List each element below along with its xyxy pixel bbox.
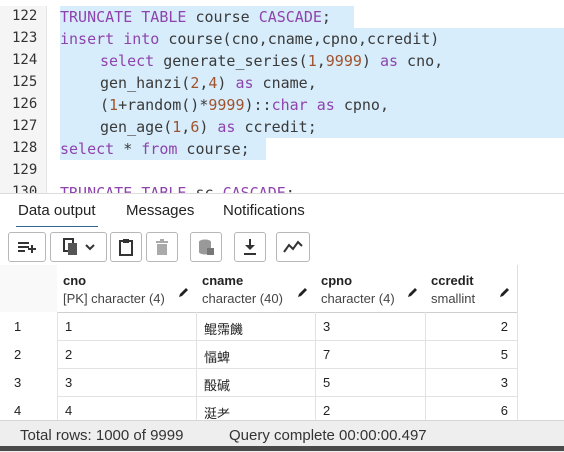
line-number: 128 (12, 140, 38, 156)
results-grid: cno [PK] character (4) cname character (… (0, 265, 564, 420)
code-text: TRUNCATE TABLE course CASCADE; (60, 8, 331, 26)
cell-ccredit[interactable]: 2 (425, 312, 518, 341)
total-rows-text: Total rows: 1000 of 9999 (20, 427, 184, 444)
download-icon (242, 238, 258, 256)
paste-icon (118, 238, 134, 256)
line-number: 122 (12, 8, 38, 24)
sql-editor[interactable]: 122 TRUNCATE TABLE course CASCADE; 123 i… (0, 0, 564, 193)
code-text: insert into course(cno,cname,cpno,ccredi… (60, 30, 440, 48)
result-panel-tabs: Data output Messages Notifications (0, 193, 564, 228)
graph-icon (283, 240, 303, 254)
cell-cpno[interactable]: 5 (315, 368, 426, 397)
column-header-cpno[interactable]: cpno character (4) (315, 265, 426, 313)
delete-icon (155, 238, 169, 256)
line-number: 125 (12, 74, 38, 90)
cell-ccredit[interactable]: 6 (425, 396, 518, 420)
add-row-icon (17, 239, 37, 255)
column-header-ccredit[interactable]: ccredit smallint (425, 265, 518, 313)
code-line-125[interactable]: 125 gen_hanzi(2,4) as cname, (0, 72, 564, 94)
line-number: 123 (12, 30, 38, 46)
save-data-icon (197, 238, 215, 256)
paste-button[interactable] (110, 232, 142, 262)
cell-ccredit[interactable]: 5 (425, 340, 518, 369)
data-toolbar (0, 227, 564, 265)
pencil-icon[interactable] (499, 285, 511, 303)
row-number[interactable]: 2 (0, 340, 58, 369)
code-text: TRUNCATE TABLE sc CASCADE; (60, 184, 295, 193)
delete-button[interactable] (146, 232, 178, 262)
copy-icon (62, 238, 79, 256)
cell-cpno[interactable]: 7 (315, 340, 426, 369)
code-text: select * from course; (60, 140, 250, 158)
line-number: 126 (12, 96, 38, 112)
tab-data-output[interactable]: Data output (16, 202, 98, 228)
query-status-text: Query complete 00:00:00.497 (229, 427, 427, 444)
code-line-124[interactable]: 124 select generate_series(1,9999) as cn… (0, 50, 564, 72)
pencil-icon[interactable] (178, 285, 190, 303)
row-number-header (0, 265, 58, 313)
tab-notifications[interactable]: Notifications (223, 202, 305, 219)
cell-cpno[interactable]: 2 (315, 396, 426, 420)
column-name: cname (202, 273, 244, 288)
add-row-button[interactable] (8, 232, 46, 262)
line-number: 130 (12, 184, 38, 193)
cell-cname[interactable]: 涏耂 (196, 396, 316, 420)
cell-cname[interactable]: 酘碱 (196, 368, 316, 397)
cell-cno[interactable]: 2 (57, 340, 197, 369)
cell-cname[interactable]: 愊蜱 (196, 340, 316, 369)
code-text: gen_hanzi(2,4) as cname, (100, 74, 317, 92)
code-line-126[interactable]: 126 (1+random()*9999)::char as cpno, (0, 94, 564, 116)
cell-cno[interactable]: 3 (57, 368, 197, 397)
tab-messages[interactable]: Messages (126, 202, 194, 219)
row-number[interactable]: 4 (0, 396, 58, 420)
code-text: select generate_series(1,9999) as cno, (100, 52, 444, 70)
download-button[interactable] (234, 232, 266, 262)
cell-ccredit[interactable]: 3 (425, 368, 518, 397)
column-name: cno (63, 273, 87, 288)
pencil-icon[interactable] (407, 285, 419, 303)
code-line-128[interactable]: 128 select * from course; (0, 138, 564, 160)
copy-button[interactable] (50, 232, 107, 262)
code-line-122[interactable]: 122 TRUNCATE TABLE course CASCADE; (0, 6, 564, 28)
cell-cno[interactable]: 4 (57, 396, 197, 420)
column-header-cno[interactable]: cno [PK] character (4) (57, 265, 197, 313)
column-name: cpno (321, 273, 353, 288)
window-bottom-edge (0, 446, 564, 451)
column-type: character (40) (202, 291, 283, 306)
column-type: smallint (431, 291, 476, 306)
line-number: 127 (12, 118, 38, 134)
cell-cno[interactable]: 1 (57, 312, 197, 341)
line-number: 124 (12, 52, 38, 68)
pencil-icon[interactable] (297, 285, 309, 303)
code-line-129[interactable]: 129 (0, 160, 564, 182)
row-number[interactable]: 3 (0, 368, 58, 397)
line-number: 129 (12, 162, 38, 178)
code-line-130[interactable]: 130 TRUNCATE TABLE sc CASCADE; (0, 182, 564, 193)
graph-visualiser-button[interactable] (276, 232, 310, 262)
code-line-127[interactable]: 127 gen_age(1,6) as ccredit; (0, 116, 564, 138)
code-text: gen_age(1,6) as ccredit; (100, 118, 317, 136)
code-line-123[interactable]: 123 insert into course(cno,cname,cpno,cc… (0, 28, 564, 50)
chevron-down-icon[interactable] (84, 243, 95, 251)
save-data-button[interactable] (190, 232, 222, 262)
column-type: [PK] character (4) (63, 291, 165, 306)
code-text: (1+random()*9999)::char as cpno, (100, 96, 389, 114)
column-type: character (4) (321, 291, 395, 306)
column-name: ccredit (431, 273, 474, 288)
cell-cpno[interactable]: 3 (315, 312, 426, 341)
cell-cname[interactable]: 鲲霈饑 (196, 312, 316, 341)
row-number[interactable]: 1 (0, 312, 58, 341)
column-header-cname[interactable]: cname character (40) (196, 265, 316, 313)
